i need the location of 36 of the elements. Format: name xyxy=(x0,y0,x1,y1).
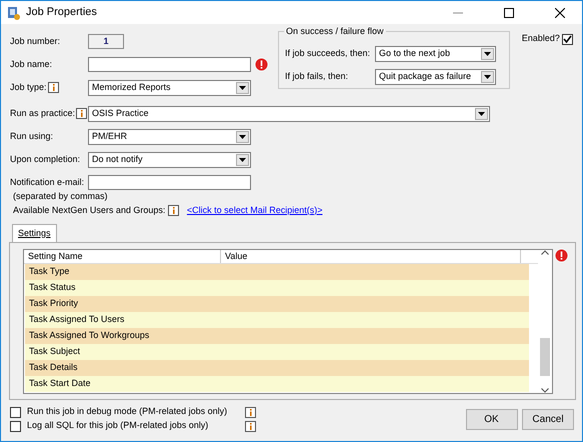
field-label: If job fails, then: xyxy=(285,70,350,83)
dropdown[interactable]: Go to the next job xyxy=(375,46,496,62)
column-header: Setting Name xyxy=(24,250,221,263)
dropdown[interactable]: Do not notify xyxy=(88,152,251,168)
table-row[interactable]: Task Assigned To Workgroups xyxy=(25,328,529,344)
field-label: Job name: xyxy=(10,58,54,71)
field-label: Job type: xyxy=(10,80,48,94)
dropdown[interactable]: Memorized Reports xyxy=(88,80,251,96)
ok-button[interactable]: OK xyxy=(466,409,518,430)
field-label: Run as practice: xyxy=(10,106,76,120)
field-label: Job number: xyxy=(10,34,62,48)
checkbox-label: Run this job in debug mode (PM-related jobs only) xyxy=(27,405,228,418)
table-row[interactable]: Task Status xyxy=(25,280,529,296)
table-row[interactable]: Task Details xyxy=(25,360,529,376)
dropdown[interactable]: OSIS Practice xyxy=(88,106,490,122)
column-header: Value xyxy=(221,250,521,263)
table-row[interactable]: Task Type xyxy=(25,264,529,280)
table-row[interactable]: Task Start Date xyxy=(25,376,529,392)
hint-text: (separated by commas) xyxy=(13,190,109,203)
checkbox-label: Log all SQL for this job (PM-related jobs only) xyxy=(27,419,210,432)
cancel-button[interactable]: Cancel xyxy=(522,409,574,430)
field-label: Available NextGen Users and Groups: xyxy=(13,204,166,217)
recipients-link[interactable]: <Click to select Mail Recipient(s)> xyxy=(186,204,322,218)
window-title: Job Properties xyxy=(26,5,97,20)
field-label: Notification e-mail: xyxy=(10,176,86,189)
dropdown[interactable]: PM/EHR xyxy=(88,128,251,144)
table-row[interactable]: Task Priority xyxy=(25,296,529,312)
table-row[interactable]: Task Subject xyxy=(25,344,529,360)
checkbox-label: Enabled? xyxy=(522,32,560,46)
table-row[interactable]: Task Assigned To Users xyxy=(25,312,529,328)
field-label: Run using: xyxy=(10,130,54,143)
field-label: If job succeeds, then: xyxy=(285,46,372,60)
tab[interactable]: Settings xyxy=(12,224,57,242)
job-number-field: 1 xyxy=(88,34,124,49)
dropdown[interactable]: Quit package as failure xyxy=(375,68,496,84)
field-label: Upon completion: xyxy=(10,152,82,166)
